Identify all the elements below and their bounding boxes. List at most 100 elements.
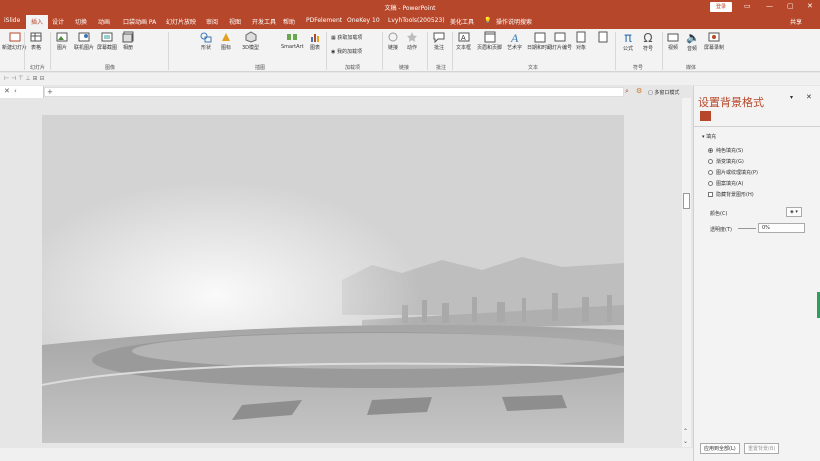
object-extra-button[interactable]	[597, 31, 609, 44]
group-label-illustrations: 插图	[255, 65, 266, 71]
pattern-fill-radio[interactable]: 图案填充(A)	[708, 180, 743, 187]
video-button[interactable]: 视频	[667, 31, 679, 51]
tab-pocket-animation[interactable]: 口袋动画 PA	[123, 17, 156, 26]
scroll-next-icon[interactable]: ⌄	[683, 438, 688, 445]
tab-help[interactable]: 帮助	[283, 17, 295, 26]
my-addins-button[interactable]: ◉ 我的加载项	[331, 48, 362, 55]
close-pane-icon[interactable]: ✕	[4, 87, 10, 95]
picture-fill-radio[interactable]: 图片或纹理填充(P)	[708, 169, 758, 176]
group-label-links: 链接	[399, 65, 410, 71]
solid-fill-radio[interactable]: 纯色填充(S)	[708, 147, 743, 154]
equation-button[interactable]: π 公式	[622, 31, 634, 52]
tab-slideshow[interactable]: 幻灯片放映	[166, 17, 196, 26]
tab-design[interactable]: 设计	[52, 17, 64, 26]
omega-icon: Ω	[643, 31, 653, 45]
fill-category-icon[interactable]	[700, 111, 711, 121]
minimize-icon[interactable]: —	[766, 2, 773, 10]
maximize-icon[interactable]: ▢	[787, 2, 794, 10]
online-pictures-button[interactable]: 联机图片	[74, 31, 94, 51]
audio-button[interactable]: 🔈 音频	[686, 31, 700, 52]
divider	[427, 32, 428, 70]
symbol-button[interactable]: Ω 符号	[642, 31, 654, 52]
pictures-button[interactable]: 图片	[56, 31, 68, 51]
divider	[382, 32, 383, 70]
screen-recording-icon	[708, 32, 720, 42]
tab-pdfelement[interactable]: PDFelement	[306, 17, 342, 24]
divider	[662, 32, 663, 70]
tab-developer[interactable]: 开发工具	[252, 17, 276, 26]
chevron-left-icon[interactable]: ‹	[14, 87, 17, 95]
tab-lvyhtools[interactable]: LvyhTools(200523)	[388, 17, 445, 24]
wordart-button[interactable]: A 艺术字	[507, 31, 522, 51]
fill-section-header[interactable]: ▾ 填充	[702, 133, 716, 140]
tab-review[interactable]: 审阅	[206, 17, 218, 26]
lightbulb-icon: 💡	[484, 17, 492, 24]
search-bar[interactable]: +	[44, 87, 624, 97]
alignment-toolbar: ⊢ ⊣ ⊤ ⊥ ⊞ ⊟	[0, 73, 820, 85]
scrollbar-thumb[interactable]	[683, 193, 690, 209]
screen-recording-button[interactable]: 屏幕录制	[704, 31, 724, 51]
search-icon[interactable]: ⌕	[625, 87, 629, 96]
transparency-slider[interactable]	[738, 228, 756, 229]
divider	[50, 32, 51, 70]
shapes-button[interactable]: 形状	[200, 31, 212, 51]
slide-number-icon	[554, 32, 565, 42]
share-button[interactable]: 共享	[790, 17, 802, 26]
link-button[interactable]: 链接	[387, 31, 399, 51]
add-icon[interactable]: +	[47, 88, 53, 96]
slide-canvas[interactable]	[42, 115, 624, 443]
multi-window-toggle[interactable]: ▢ 多窗口模式	[648, 89, 679, 96]
signin-button[interactable]: 登录	[710, 2, 733, 12]
close-icon[interactable]: ✕	[807, 2, 813, 10]
album-icon	[122, 31, 134, 43]
divider	[326, 32, 327, 70]
pane-close-icon[interactable]: ✕	[806, 93, 812, 101]
chart-button[interactable]: 图表	[309, 31, 321, 51]
object-button[interactable]: 对象	[575, 31, 587, 51]
tab-islide[interactable]: iSlide	[4, 17, 20, 24]
apply-to-all-button[interactable]: 应用到全部(L)	[700, 443, 740, 454]
header-footer-button[interactable]: 页眉和页脚	[477, 31, 502, 51]
textbox-button[interactable]: A 文本框	[456, 31, 471, 51]
icons-button[interactable]: 图标	[220, 31, 232, 51]
smartart-button[interactable]: SmartArt	[281, 31, 304, 50]
pane-options-icon[interactable]: ▾	[790, 94, 793, 101]
settings-icon[interactable]: ⚙	[636, 87, 642, 95]
hide-background-checkbox[interactable]: 隐藏背景图形(H)	[708, 191, 754, 198]
ribbon-display-icon[interactable]: ▭	[744, 2, 751, 10]
tab-animations[interactable]: 动画	[98, 17, 110, 26]
wordart-icon: A	[510, 31, 519, 43]
group-label-symbols: 符号	[633, 65, 644, 71]
tab-view[interactable]: 视图	[229, 17, 241, 26]
calendar-icon	[534, 32, 545, 43]
tab-beautify[interactable]: 美化工具	[450, 17, 474, 26]
pane-title: 设置背景格式	[698, 96, 764, 109]
format-background-pane: 设置背景格式 ▾ ✕ ▾ 填充 纯色填充(S) 渐变填充(G) 图片或纹理填充(…	[693, 86, 820, 461]
screenshot-button[interactable]: 屏幕截图	[97, 31, 117, 51]
group-label-addins: 加载项	[345, 65, 361, 71]
get-addins-button[interactable]: ▦ 获取加载项	[331, 34, 362, 41]
shapes-icon	[200, 32, 212, 43]
transparency-field[interactable]: 0%	[758, 223, 805, 233]
table-button[interactable]: 表格	[30, 31, 42, 51]
vertical-scrollbar[interactable]: ⌃ ⌄	[682, 98, 691, 447]
slide-number-button[interactable]: 幻灯片编号	[547, 31, 572, 51]
tab-insert[interactable]: 插入	[26, 15, 49, 29]
group-label-images: 图像	[105, 65, 116, 71]
action-button[interactable]: 动作	[406, 31, 418, 51]
align-tools-icon[interactable]: ⊢ ⊣ ⊤ ⊥ ⊞ ⊟	[4, 75, 45, 82]
comment-button[interactable]: 批注	[433, 31, 445, 51]
svg-text:A: A	[461, 35, 466, 42]
3d-models-button[interactable]: 3D模型	[242, 31, 259, 51]
scroll-prev-icon[interactable]: ⌃	[683, 428, 688, 435]
gradient-fill-radio[interactable]: 渐变填充(G)	[708, 158, 744, 165]
album-button[interactable]: 相册	[122, 31, 134, 51]
object-icon	[576, 31, 586, 43]
window-title: 文稿 - PowerPoint	[384, 5, 436, 12]
tab-transitions[interactable]: 切换	[75, 17, 87, 26]
tell-me-search[interactable]: 操作说明搜索	[496, 17, 532, 26]
online-picture-icon	[78, 32, 90, 42]
tab-onekey[interactable]: OneKey 10	[347, 17, 380, 24]
reset-background-button[interactable]: 重置背景(B)	[744, 443, 780, 454]
color-picker-button[interactable]: ◈ ▾	[786, 207, 802, 217]
